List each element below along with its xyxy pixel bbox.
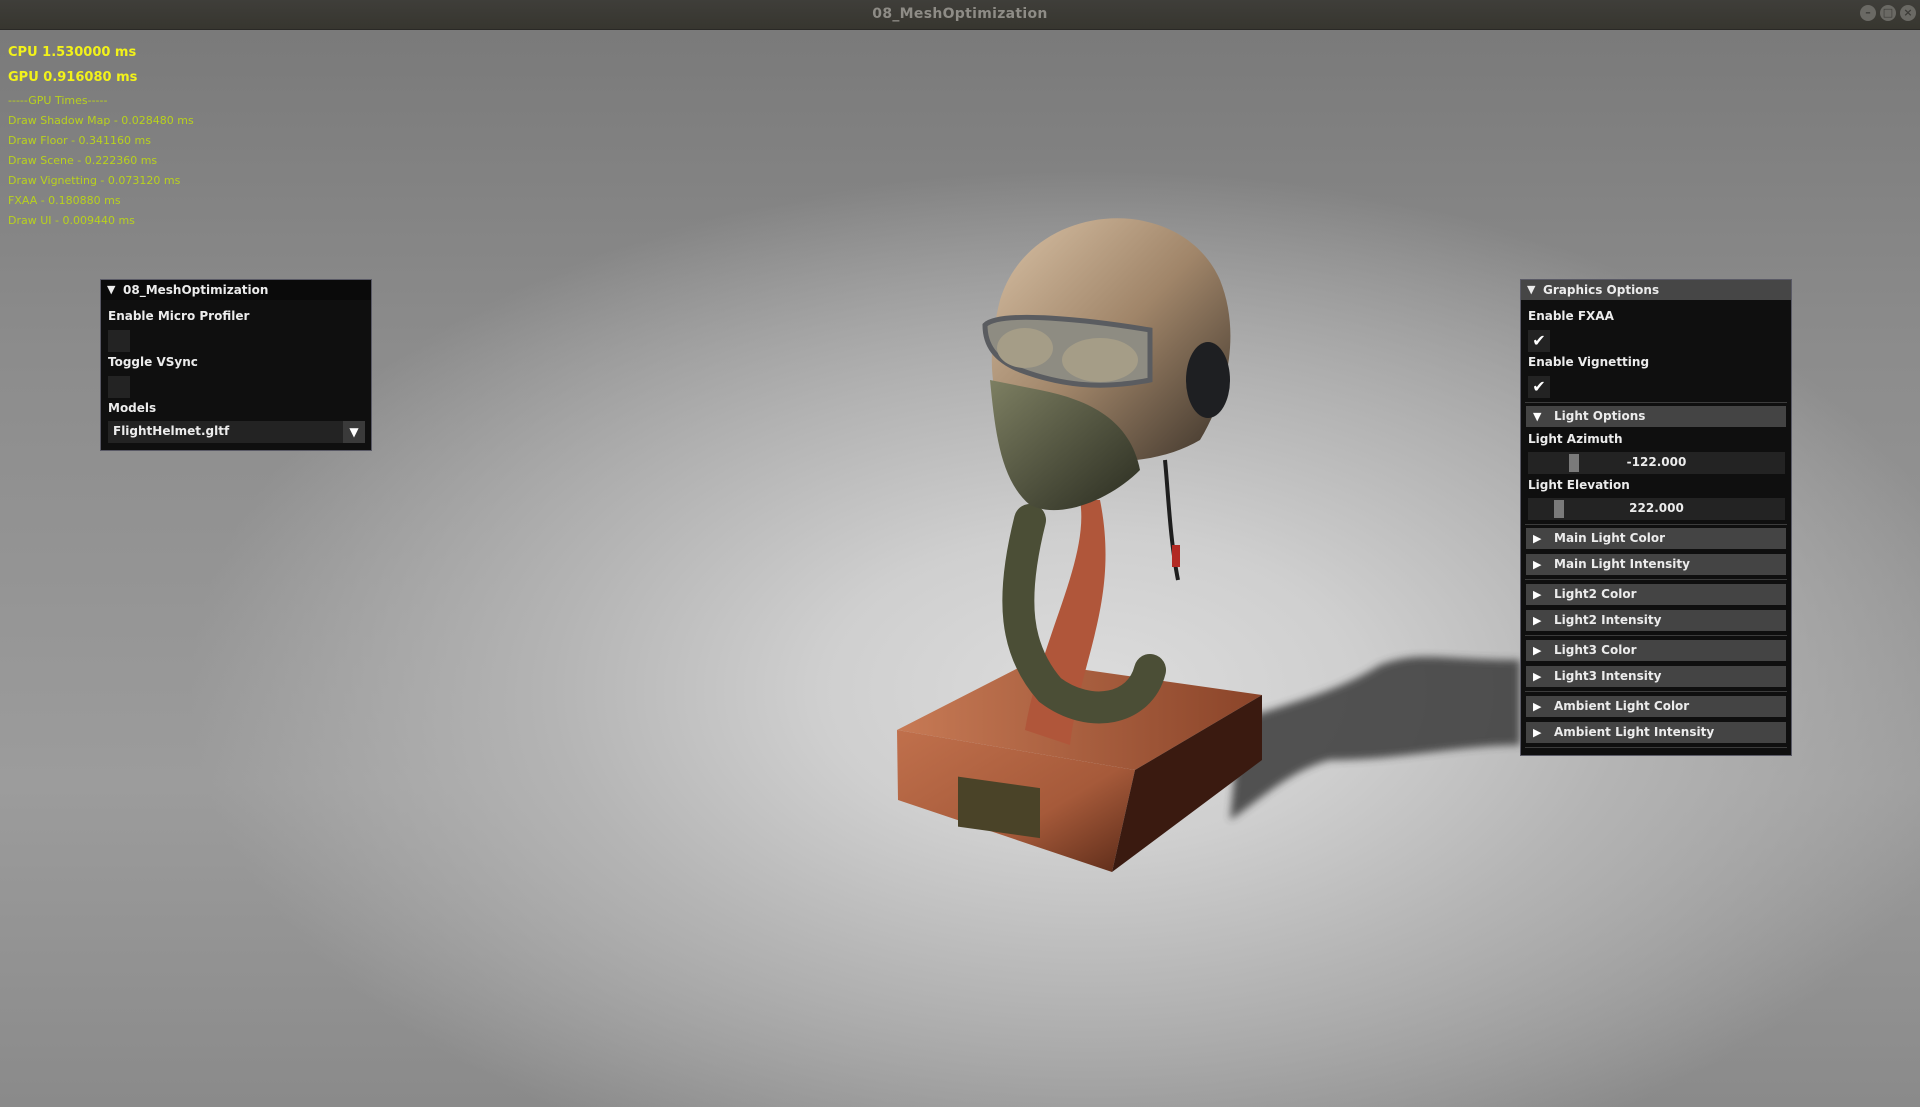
light-elevation-label: Light Elevation: [1528, 478, 1630, 492]
maximize-button[interactable]: □: [1880, 5, 1896, 21]
collapsed-triangle-icon: ▶: [1533, 558, 1542, 571]
panel-title: Graphics Options: [1543, 283, 1660, 297]
main-light-color-header[interactable]: ▶ Main Light Color: [1526, 528, 1786, 549]
enable-fxaa-label: Enable FXAA: [1528, 309, 1614, 323]
light2-intensity-header[interactable]: ▶ Light2 Intensity: [1526, 610, 1786, 631]
separator: [1525, 635, 1787, 636]
gpu-times-header: -----GPU Times-----: [8, 94, 108, 107]
light-options-header[interactable]: ▼ Light Options: [1526, 406, 1786, 427]
models-label: Models: [108, 401, 157, 415]
collapse-triangle-icon[interactable]: ▼: [1527, 280, 1535, 300]
dropdown-arrow-icon[interactable]: ▼: [343, 421, 365, 443]
light-azimuth-label: Light Azimuth: [1528, 432, 1623, 446]
separator: [1525, 747, 1787, 748]
gpu-time-vignetting: Draw Vignetting - 0.073120 ms: [8, 174, 181, 187]
collapsed-triangle-icon: ▶: [1533, 644, 1542, 657]
light-elevation-value: 222.000: [1629, 501, 1684, 515]
section-title: Light3 Color: [1554, 643, 1637, 657]
collapsed-triangle-icon: ▶: [1533, 670, 1542, 683]
section-title: Ambient Light Color: [1554, 699, 1690, 713]
minimize-button[interactable]: –: [1860, 5, 1876, 21]
window-title: 08_MeshOptimization: [872, 6, 1048, 22]
separator: [1525, 524, 1787, 525]
close-button[interactable]: ×: [1900, 5, 1916, 21]
enable-vignetting-checkbox[interactable]: ✔: [1528, 376, 1550, 398]
performance-stats: CPU 1.530000 ms GPU 0.916080 ms -----GPU…: [8, 44, 194, 234]
light-azimuth-value: -122.000: [1626, 455, 1687, 469]
light-azimuth-slider[interactable]: -122.000: [1528, 452, 1785, 474]
window-controls: – □ ×: [1860, 5, 1916, 21]
enable-micro-profiler-label: Enable Micro Profiler: [108, 309, 250, 323]
enable-micro-profiler-checkbox[interactable]: [108, 330, 130, 352]
expanded-triangle-icon: ▼: [1533, 410, 1542, 423]
gpu-time: GPU 0.916080 ms: [8, 70, 138, 85]
light-options-title: Light Options: [1554, 409, 1646, 423]
graphics-options-panel: ▼ Graphics Options Enable FXAA ✔ Enable …: [1520, 279, 1792, 756]
section-title: Light3 Intensity: [1554, 669, 1662, 683]
collapsed-triangle-icon: ▶: [1533, 700, 1542, 713]
collapsed-triangle-icon: ▶: [1533, 588, 1542, 601]
models-selected-value: FlightHelmet.gltf: [113, 424, 230, 438]
separator: [1525, 579, 1787, 580]
collapsed-triangle-icon: ▶: [1533, 614, 1542, 627]
ambient-light-intensity-header[interactable]: ▶ Ambient Light Intensity: [1526, 722, 1786, 743]
section-title: Light2 Color: [1554, 587, 1637, 601]
section-title: Main Light Intensity: [1554, 557, 1690, 571]
collapsed-triangle-icon: ▶: [1533, 726, 1542, 739]
collapse-triangle-icon[interactable]: ▼: [107, 280, 115, 300]
separator: [1525, 402, 1787, 403]
enable-vignetting-label: Enable Vignetting: [1528, 355, 1650, 369]
gpu-time-ui: Draw UI - 0.009440 ms: [8, 214, 135, 227]
light-elevation-slider[interactable]: 222.000: [1528, 498, 1785, 520]
mesh-optimization-panel: ▼ 08_MeshOptimization Enable Micro Profi…: [100, 279, 372, 451]
separator: [1525, 691, 1787, 692]
section-title: Ambient Light Intensity: [1554, 725, 1715, 739]
panel-title: 08_MeshOptimization: [123, 283, 269, 297]
panel-header[interactable]: ▼ Graphics Options: [1521, 280, 1791, 300]
models-dropdown[interactable]: FlightHelmet.gltf ▼: [108, 421, 365, 443]
cpu-time: CPU 1.530000 ms: [8, 45, 137, 60]
gpu-time-shadow-map: Draw Shadow Map - 0.028480 ms: [8, 114, 194, 127]
gpu-time-scene: Draw Scene - 0.222360 ms: [8, 154, 158, 167]
ambient-light-color-header[interactable]: ▶ Ambient Light Color: [1526, 696, 1786, 717]
window-titlebar[interactable]: 08_MeshOptimization – □ ×: [0, 0, 1920, 30]
main-light-intensity-header[interactable]: ▶ Main Light Intensity: [1526, 554, 1786, 575]
gpu-time-floor: Draw Floor - 0.341160 ms: [8, 134, 151, 147]
light2-color-header[interactable]: ▶ Light2 Color: [1526, 584, 1786, 605]
panel-header[interactable]: ▼ 08_MeshOptimization: [101, 280, 371, 300]
toggle-vsync-label: Toggle VSync: [108, 355, 198, 369]
light3-intensity-header[interactable]: ▶ Light3 Intensity: [1526, 666, 1786, 687]
light3-color-header[interactable]: ▶ Light3 Color: [1526, 640, 1786, 661]
collapsed-triangle-icon: ▶: [1533, 532, 1542, 545]
toggle-vsync-checkbox[interactable]: [108, 376, 130, 398]
enable-fxaa-checkbox[interactable]: ✔: [1528, 330, 1550, 352]
gpu-time-fxaa: FXAA - 0.180880 ms: [8, 194, 121, 207]
section-title: Light2 Intensity: [1554, 613, 1662, 627]
section-title: Main Light Color: [1554, 531, 1666, 545]
